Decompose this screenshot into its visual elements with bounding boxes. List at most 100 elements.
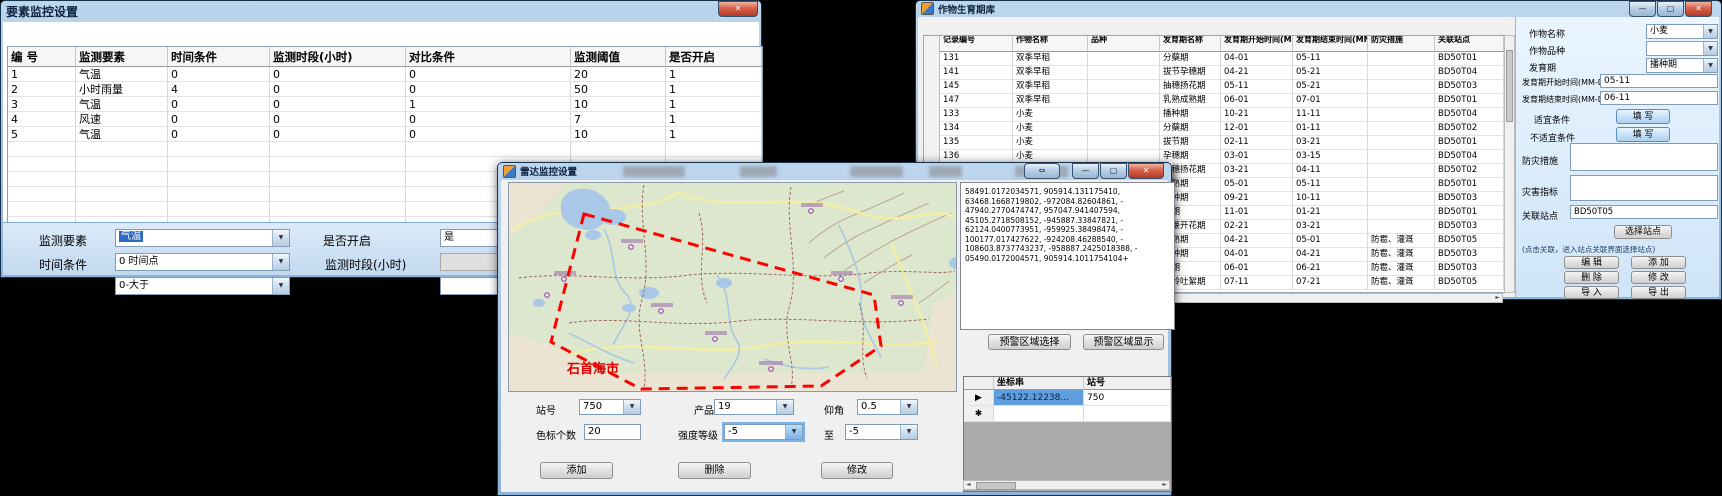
table-cell[interactable]: BD50T05 — [1435, 276, 1504, 290]
table-cell[interactable] — [1368, 122, 1435, 136]
column-header[interactable]: 编 号 — [8, 47, 76, 67]
table-cell[interactable]: 气温 — [76, 97, 168, 112]
table-cell[interactable]: 135 — [940, 136, 1013, 150]
chevron-down-icon[interactable]: ▼ — [785, 425, 802, 439]
table-cell[interactable]: 12-01 — [1221, 122, 1293, 136]
column-header[interactable] — [964, 377, 994, 390]
show-warning-area-button[interactable]: 预警区域显示 — [1083, 334, 1164, 350]
titlebar[interactable]: 作物生育期库 — [915, 0, 1722, 17]
coords-textarea[interactable]: 58491.0172034571, 905914.131175410, 6346… — [960, 182, 1175, 330]
table-cell[interactable]: BD50T04 — [1435, 150, 1504, 164]
table-cell[interactable]: 10 — [571, 97, 666, 112]
table-cell[interactable]: BD50T01 — [1435, 94, 1504, 108]
table-cell[interactable] — [994, 406, 1084, 422]
column-header[interactable]: 品种 — [1088, 36, 1160, 52]
column-header[interactable]: 监测要素 — [76, 47, 168, 67]
table-cell[interactable]: 05-01 — [1221, 178, 1293, 192]
table-cell[interactable] — [1368, 108, 1435, 122]
export-button[interactable]: 导 出 — [1631, 286, 1686, 299]
titlebar[interactable]: 雷达监控设置 — [497, 162, 1172, 180]
table-cell[interactable]: 04-01 — [1221, 52, 1293, 66]
table-cell[interactable]: 05-21 — [1293, 80, 1368, 94]
table-cell[interactable]: 2 — [8, 82, 76, 97]
table-cell[interactable]: 1 — [666, 112, 762, 127]
table-cell[interactable]: BD50T01 — [1435, 52, 1504, 66]
stage-combobox[interactable]: 播种期▼ — [1646, 58, 1718, 73]
column-header[interactable]: 是否开启 — [666, 47, 762, 67]
table-cell[interactable]: 04-11 — [1293, 164, 1368, 178]
add-button[interactable]: 添 加 — [1631, 256, 1686, 269]
table-cell[interactable]: 1 — [666, 67, 762, 82]
table-cell[interactable]: 03-21 — [1293, 136, 1368, 150]
table-cell[interactable]: ✱ — [964, 406, 994, 422]
table-cell[interactable]: 11-01 — [1221, 206, 1293, 220]
table-cell[interactable]: 04-21 — [1221, 66, 1293, 80]
table-cell[interactable]: 10 — [571, 127, 666, 142]
table-cell[interactable]: BD50T02 — [1435, 164, 1504, 178]
table-cell[interactable]: 05-11 — [1293, 52, 1368, 66]
table-vscrollbar[interactable] — [1504, 35, 1515, 293]
column-header[interactable]: 监测时段(小时) — [270, 47, 406, 67]
table-cell[interactable] — [1368, 220, 1435, 234]
variety-combobox[interactable]: ▼ — [1646, 41, 1718, 56]
radar-delete-button[interactable]: 删除 — [678, 462, 751, 479]
table-cell[interactable]: 防雹、灌溉 — [1368, 234, 1435, 248]
table-cell[interactable] — [1368, 192, 1435, 206]
table-cell[interactable]: 乳熟成熟期 — [1160, 94, 1221, 108]
table-cell[interactable]: 03-15 — [1293, 150, 1368, 164]
table-cell[interactable]: 4 — [168, 82, 270, 97]
radar-station-combobox[interactable]: 750▼ — [579, 399, 641, 415]
table-cell[interactable]: 0 — [270, 112, 406, 127]
time-combobox[interactable]: 0 时间点▼ — [115, 253, 290, 271]
indicator-textarea[interactable] — [1570, 175, 1718, 201]
table-cell[interactable]: 小时雨量 — [76, 82, 168, 97]
table-cell[interactable]: 抽穗扬花期 — [1160, 80, 1221, 94]
table-cell[interactable] — [1088, 80, 1160, 94]
table-cell[interactable]: 拔节期 — [1160, 136, 1221, 150]
column-header[interactable]: 监测阈值 — [571, 47, 666, 67]
table-cell[interactable]: 133 — [940, 108, 1013, 122]
table-cell[interactable]: 防雹、灌溉 — [1368, 276, 1435, 290]
table-cell[interactable]: 防雹、灌溉 — [1368, 248, 1435, 262]
table-cell[interactable]: 750 — [1084, 390, 1171, 406]
import-button[interactable]: 导 入 — [1564, 286, 1619, 299]
table-cell[interactable]: 02-21 — [1221, 220, 1293, 234]
table-cell[interactable]: 20 — [571, 67, 666, 82]
table-cell[interactable]: 02-11 — [1221, 136, 1293, 150]
intensity-combobox[interactable]: -5▼ — [724, 424, 803, 440]
table-cell[interactable] — [1368, 94, 1435, 108]
table-cell[interactable]: 50 — [571, 82, 666, 97]
table-cell[interactable]: 141 — [940, 66, 1013, 80]
elevation-combobox[interactable]: 0.5▼ — [857, 399, 918, 415]
table-cell[interactable]: -45122.12238... — [994, 390, 1084, 406]
table-cell[interactable]: 04-01 — [1221, 248, 1293, 262]
table-cell[interactable]: 风速 — [76, 112, 168, 127]
table-cell[interactable]: BD50T03 — [1435, 192, 1504, 206]
table-cell[interactable]: 1 — [666, 82, 762, 97]
table-cell[interactable]: BD50T04 — [1435, 108, 1504, 122]
table-cell[interactable]: 0 — [406, 82, 571, 97]
chevron-down-icon[interactable]: ▼ — [900, 425, 917, 439]
table-cell[interactable]: ▶ — [964, 390, 994, 406]
maximize-icon[interactable]: ▢ — [1100, 163, 1127, 179]
table-cell[interactable] — [1084, 406, 1171, 422]
column-header[interactable]: 作物名称 — [1013, 36, 1088, 52]
intensity-to-combobox[interactable]: -5▼ — [845, 424, 918, 440]
table-cell[interactable]: 双季早稻 — [1013, 52, 1088, 66]
chevron-down-icon[interactable]: ▼ — [272, 230, 289, 246]
table-cell[interactable]: 134 — [940, 122, 1013, 136]
table-cell[interactable]: 小麦 — [1013, 136, 1088, 150]
table-cell[interactable]: 07-11 — [1221, 276, 1293, 290]
edit-button[interactable]: 编 辑 — [1564, 256, 1619, 269]
select-warning-area-button[interactable]: 预警区域选择 — [988, 334, 1071, 350]
table-cell[interactable]: BD50T01 — [1435, 206, 1504, 220]
table-cell[interactable]: 10-21 — [1221, 108, 1293, 122]
table-cell[interactable]: 06-01 — [1221, 94, 1293, 108]
table-cell[interactable]: 0 — [168, 67, 270, 82]
table-cell[interactable]: 1 — [666, 127, 762, 142]
pick-station-button[interactable]: 选择站点 — [1614, 225, 1672, 239]
column-header[interactable]: 对比条件 — [406, 47, 571, 67]
scroll-thumb[interactable] — [1506, 50, 1513, 122]
table-cell[interactable]: 03-21 — [1293, 220, 1368, 234]
compare-combobox[interactable]: 0-大于▼ — [115, 277, 290, 295]
